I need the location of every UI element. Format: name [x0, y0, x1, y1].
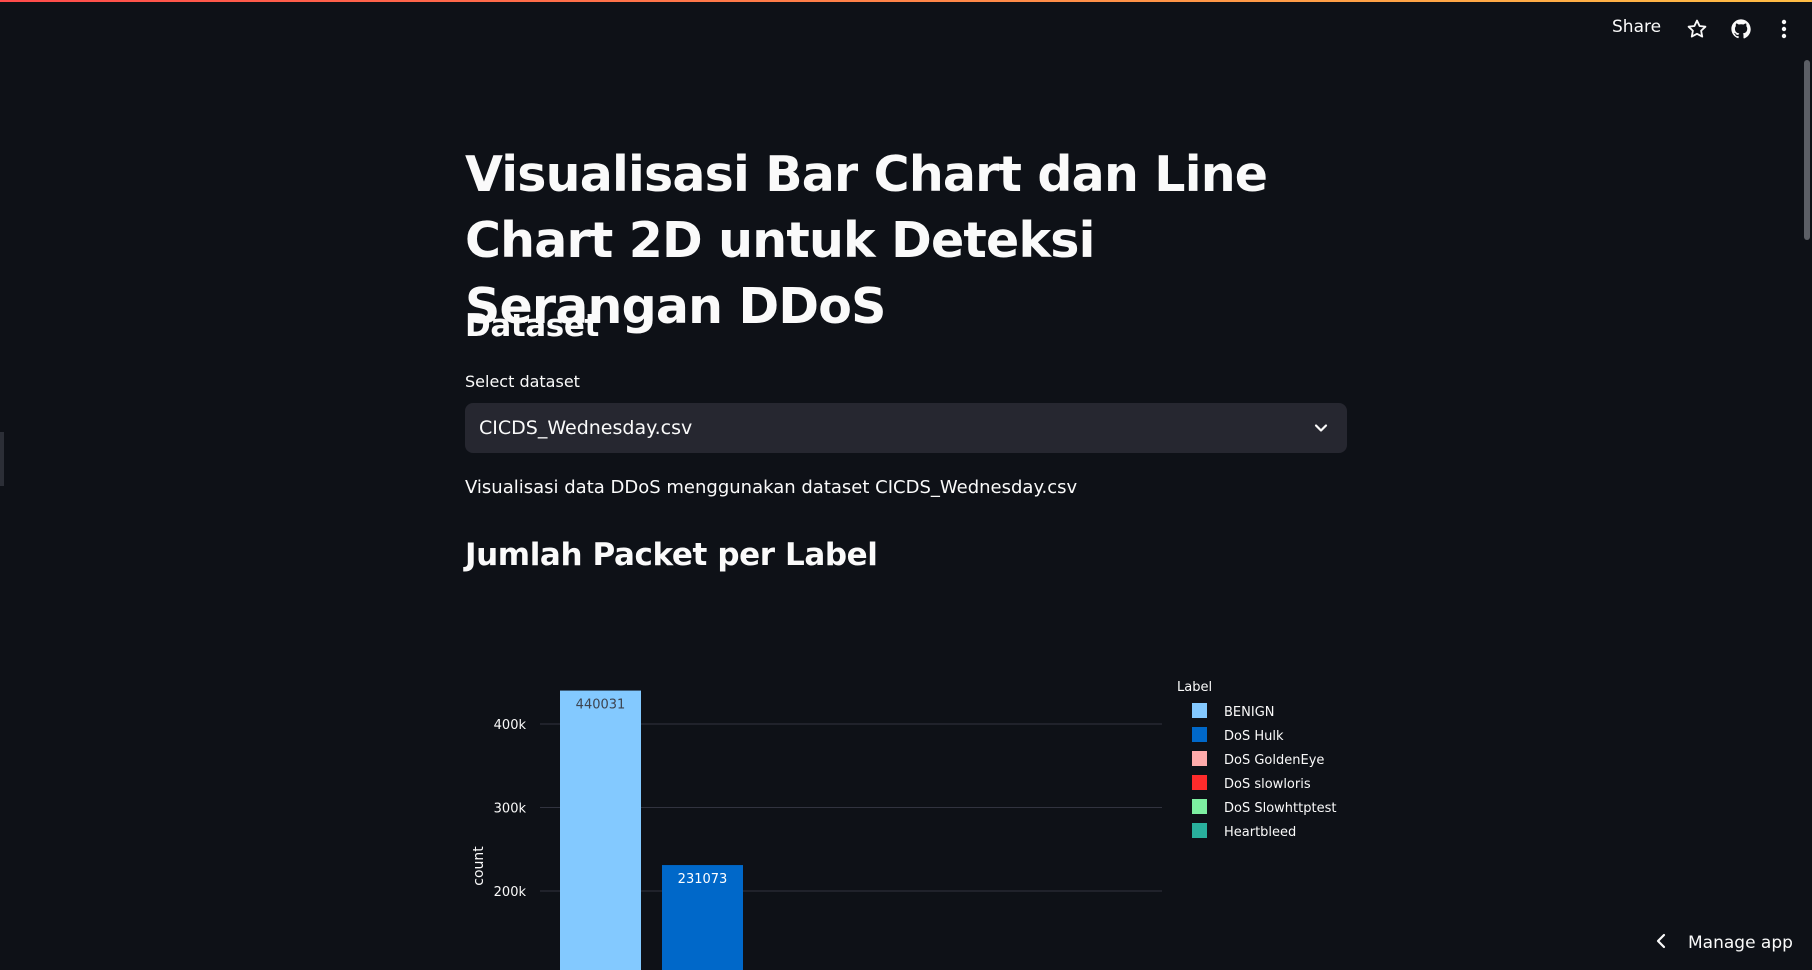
- select-dataset-label: Select dataset: [465, 372, 580, 391]
- sidebar-edge: [0, 432, 4, 486]
- share-button[interactable]: Share: [1612, 17, 1661, 37]
- scrollbar-thumb[interactable]: [1804, 60, 1810, 240]
- more-options-icon[interactable]: [1774, 16, 1794, 42]
- dataset-select[interactable]: CICDS_Wednesday.csv: [465, 403, 1347, 453]
- y-tick-label: 400k: [494, 718, 527, 733]
- legend-swatch: [1192, 799, 1207, 814]
- y-axis-label: count: [471, 846, 487, 886]
- app-header: Share: [0, 2, 1812, 58]
- bar-chart: 440031 231073 200k 300k 400k count Label BENI…: [471, 680, 1336, 970]
- chevron-left-icon: [1654, 933, 1668, 953]
- legend-title: Label: [1177, 680, 1212, 695]
- legend-item-label: BENIGN: [1224, 705, 1275, 720]
- legend-item-label: DoS slowloris: [1224, 777, 1311, 792]
- dataset-caption: Visualisasi data DDoS menggunakan datase…: [465, 477, 1078, 498]
- legend-swatch: [1192, 727, 1207, 742]
- y-tick-label: 200k: [494, 885, 527, 900]
- legend-item-label: DoS Hulk: [1224, 729, 1284, 744]
- legend-swatch: [1192, 751, 1207, 766]
- chart-heading: Jumlah Packet per Label: [465, 537, 878, 573]
- legend-swatch: [1192, 775, 1207, 790]
- manage-app-label: Manage app: [1688, 933, 1793, 953]
- github-icon[interactable]: [1728, 16, 1754, 42]
- star-icon[interactable]: [1684, 16, 1710, 42]
- legend-item-label: Heartbleed: [1224, 825, 1296, 840]
- legend-swatch: [1192, 703, 1207, 718]
- chevron-down-icon: [1311, 418, 1331, 438]
- bar-value-label: 440031: [576, 698, 626, 713]
- y-tick-label: 300k: [494, 802, 527, 817]
- bar-benign: [560, 690, 641, 970]
- manage-app-button[interactable]: Manage app: [1654, 928, 1793, 958]
- dataset-select-value: CICDS_Wednesday.csv: [479, 417, 693, 439]
- bar-value-label: 231073: [678, 872, 728, 887]
- legend-item-label: DoS Slowhttptest: [1224, 801, 1336, 816]
- dataset-heading: Dataset: [465, 308, 599, 344]
- legend-item-label: DoS GoldenEye: [1224, 753, 1324, 768]
- legend-swatch: [1192, 823, 1207, 838]
